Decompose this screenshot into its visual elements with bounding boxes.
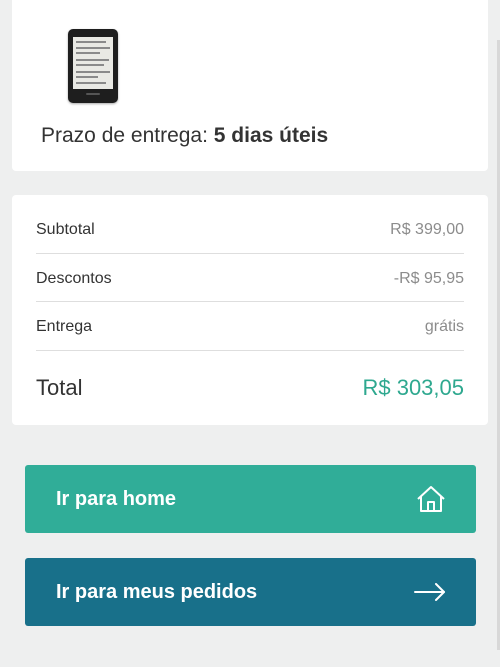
- divider: [36, 350, 464, 351]
- order-confirmation-page: Prazo de entrega: 5 dias úteis Subtotal …: [0, 0, 500, 667]
- summary-row-subtotal: Subtotal R$ 399,00: [36, 206, 464, 254]
- summary-row-label: Entrega: [36, 318, 93, 335]
- go-home-label: Ir para home: [56, 487, 177, 510]
- total-label: Total: [36, 375, 83, 400]
- go-to-orders-label: Ir para meus pedidos: [56, 580, 258, 603]
- divider: [36, 253, 464, 254]
- go-home-button[interactable]: Ir para home: [25, 465, 476, 533]
- home-icon: [416, 485, 446, 513]
- delivery-value: 5 dias úteis: [213, 124, 329, 147]
- summary-row-discounts: Descontos -R$ 95,95: [36, 255, 464, 303]
- summary-row-label: Subtotal: [36, 221, 95, 238]
- delivery-label: Prazo de entrega:: [41, 124, 208, 147]
- divider: [36, 301, 464, 302]
- summary-row-value: grátis: [424, 318, 464, 335]
- total-value: R$ 303,05: [362, 375, 464, 400]
- summary-row-delivery: Entrega grátis: [36, 303, 464, 351]
- summary-row-label: Descontos: [36, 270, 112, 287]
- summary-row-value: -R$ 95,95: [393, 270, 464, 287]
- go-to-orders-button[interactable]: Ir para meus pedidos: [25, 558, 476, 626]
- arrow-right-icon: [414, 583, 446, 601]
- summary-row-value: R$ 399,00: [390, 221, 464, 238]
- delivery-estimate: Prazo de entrega: 5 dias úteis: [41, 124, 328, 148]
- order-summary: Subtotal R$ 399,00 Descontos -R$ 95,95 E…: [12, 195, 488, 425]
- summary-total: Total R$ 303,05: [36, 364, 464, 412]
- product-image: [68, 29, 118, 103]
- product-card: Prazo de entrega: 5 dias úteis: [12, 0, 488, 171]
